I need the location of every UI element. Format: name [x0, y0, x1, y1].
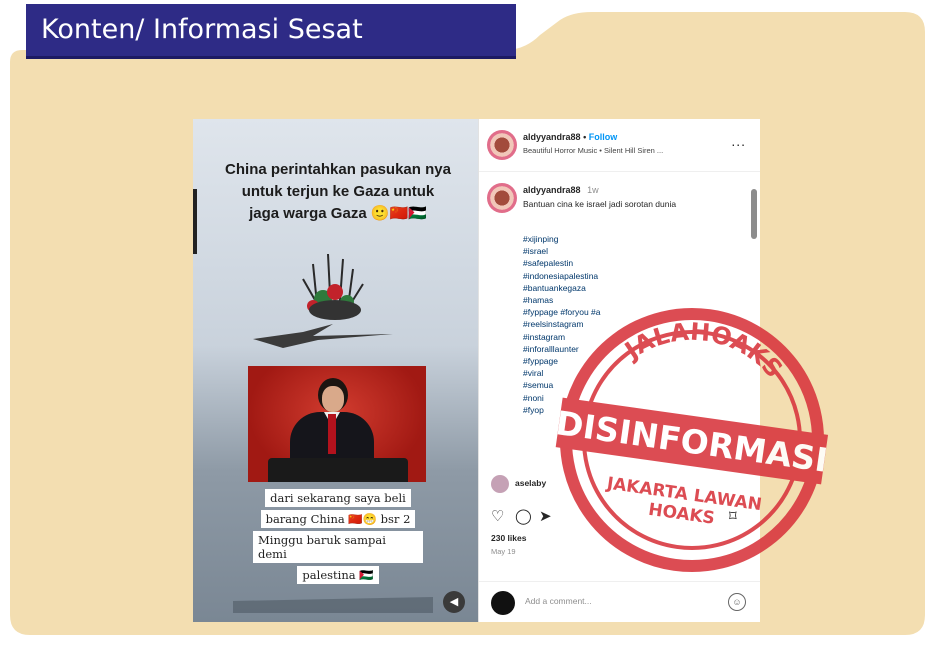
ship-silhouette	[233, 597, 433, 613]
hashtag-link[interactable]: #safepalestin	[523, 257, 713, 269]
post-header: aldyyandra88 • Follow Beautiful Horror M…	[479, 119, 760, 172]
leader-photo	[248, 366, 426, 482]
hashtag-link[interactable]: #indonesiapalestina	[523, 270, 713, 282]
disinformasi-stamp: JALAHOAKS DISINFORMASI JAKARTA LAWAN HOA…	[554, 307, 831, 572]
hashtag-link[interactable]: #bantuankegaza	[523, 282, 713, 294]
graffiti-logo	[253, 253, 393, 348]
add-comment-row: Add a comment... ☺	[479, 581, 760, 622]
video-frame: China perintahkan pasukan nya untuk terj…	[193, 119, 478, 622]
follow-button[interactable]: Follow	[589, 132, 618, 142]
username-link[interactable]: aldyyandra88	[523, 132, 581, 142]
subtitle-line: barang China 🇨🇳😁 bsr 2	[260, 510, 416, 528]
caption-line: untuk terjun ke Gaza untuk	[241, 183, 435, 200]
page-title: Konten/ Informasi Sesat	[26, 4, 516, 59]
subtitle-line: palestina 🇵🇸	[297, 566, 379, 584]
caption-avatar[interactable]	[487, 183, 517, 213]
comment-avatar[interactable]	[491, 475, 509, 493]
subtitle-line: Minggu baruk sampai demi	[253, 531, 423, 563]
emoji-icon[interactable]: ☺	[728, 593, 746, 611]
caption-time: 1w	[587, 185, 599, 195]
scrollbar[interactable]	[751, 189, 757, 239]
share-icon[interactable]: ➤	[539, 507, 552, 525]
avatar[interactable]	[487, 130, 517, 160]
user-avatar	[491, 591, 515, 615]
caption-text: Bantuan cina ke israel jadi sorotan duni…	[523, 199, 677, 209]
video-subtitles: dari sekarang saya beli barang China 🇨🇳😁…	[253, 489, 423, 587]
comment-username[interactable]: aselaby	[515, 478, 546, 488]
more-options-icon[interactable]: ...	[731, 133, 746, 149]
stamp-main-text: DISINFORMASI	[554, 403, 831, 480]
audio-label[interactable]: Beautiful Horror Music • Silent Hill Sir…	[523, 146, 663, 155]
heart-icon[interactable]: ♡	[491, 507, 504, 525]
likes-count[interactable]: 230 likes	[491, 533, 526, 543]
add-comment-input[interactable]: Add a comment...	[525, 596, 592, 606]
hashtag-link[interactable]: #xijinping	[523, 233, 713, 245]
comment-icon[interactable]: ◯	[515, 507, 532, 525]
speaker-muted-icon[interactable]: ◀	[443, 591, 465, 613]
hashtag-link[interactable]: #israel	[523, 245, 713, 257]
subtitle-line: dari sekarang saya beli	[265, 489, 411, 507]
caption-line: China perintahkan pasukan nya	[225, 161, 451, 178]
post-date: May 19	[491, 547, 516, 556]
caption-username[interactable]: aldyyandra88	[523, 185, 581, 195]
video-edge	[193, 189, 197, 254]
video-caption: China perintahkan pasukan nya untuk terj…	[213, 159, 463, 225]
caption-line: jaga warga Gaza 🙂🇨🇳🇵🇸	[249, 205, 427, 222]
